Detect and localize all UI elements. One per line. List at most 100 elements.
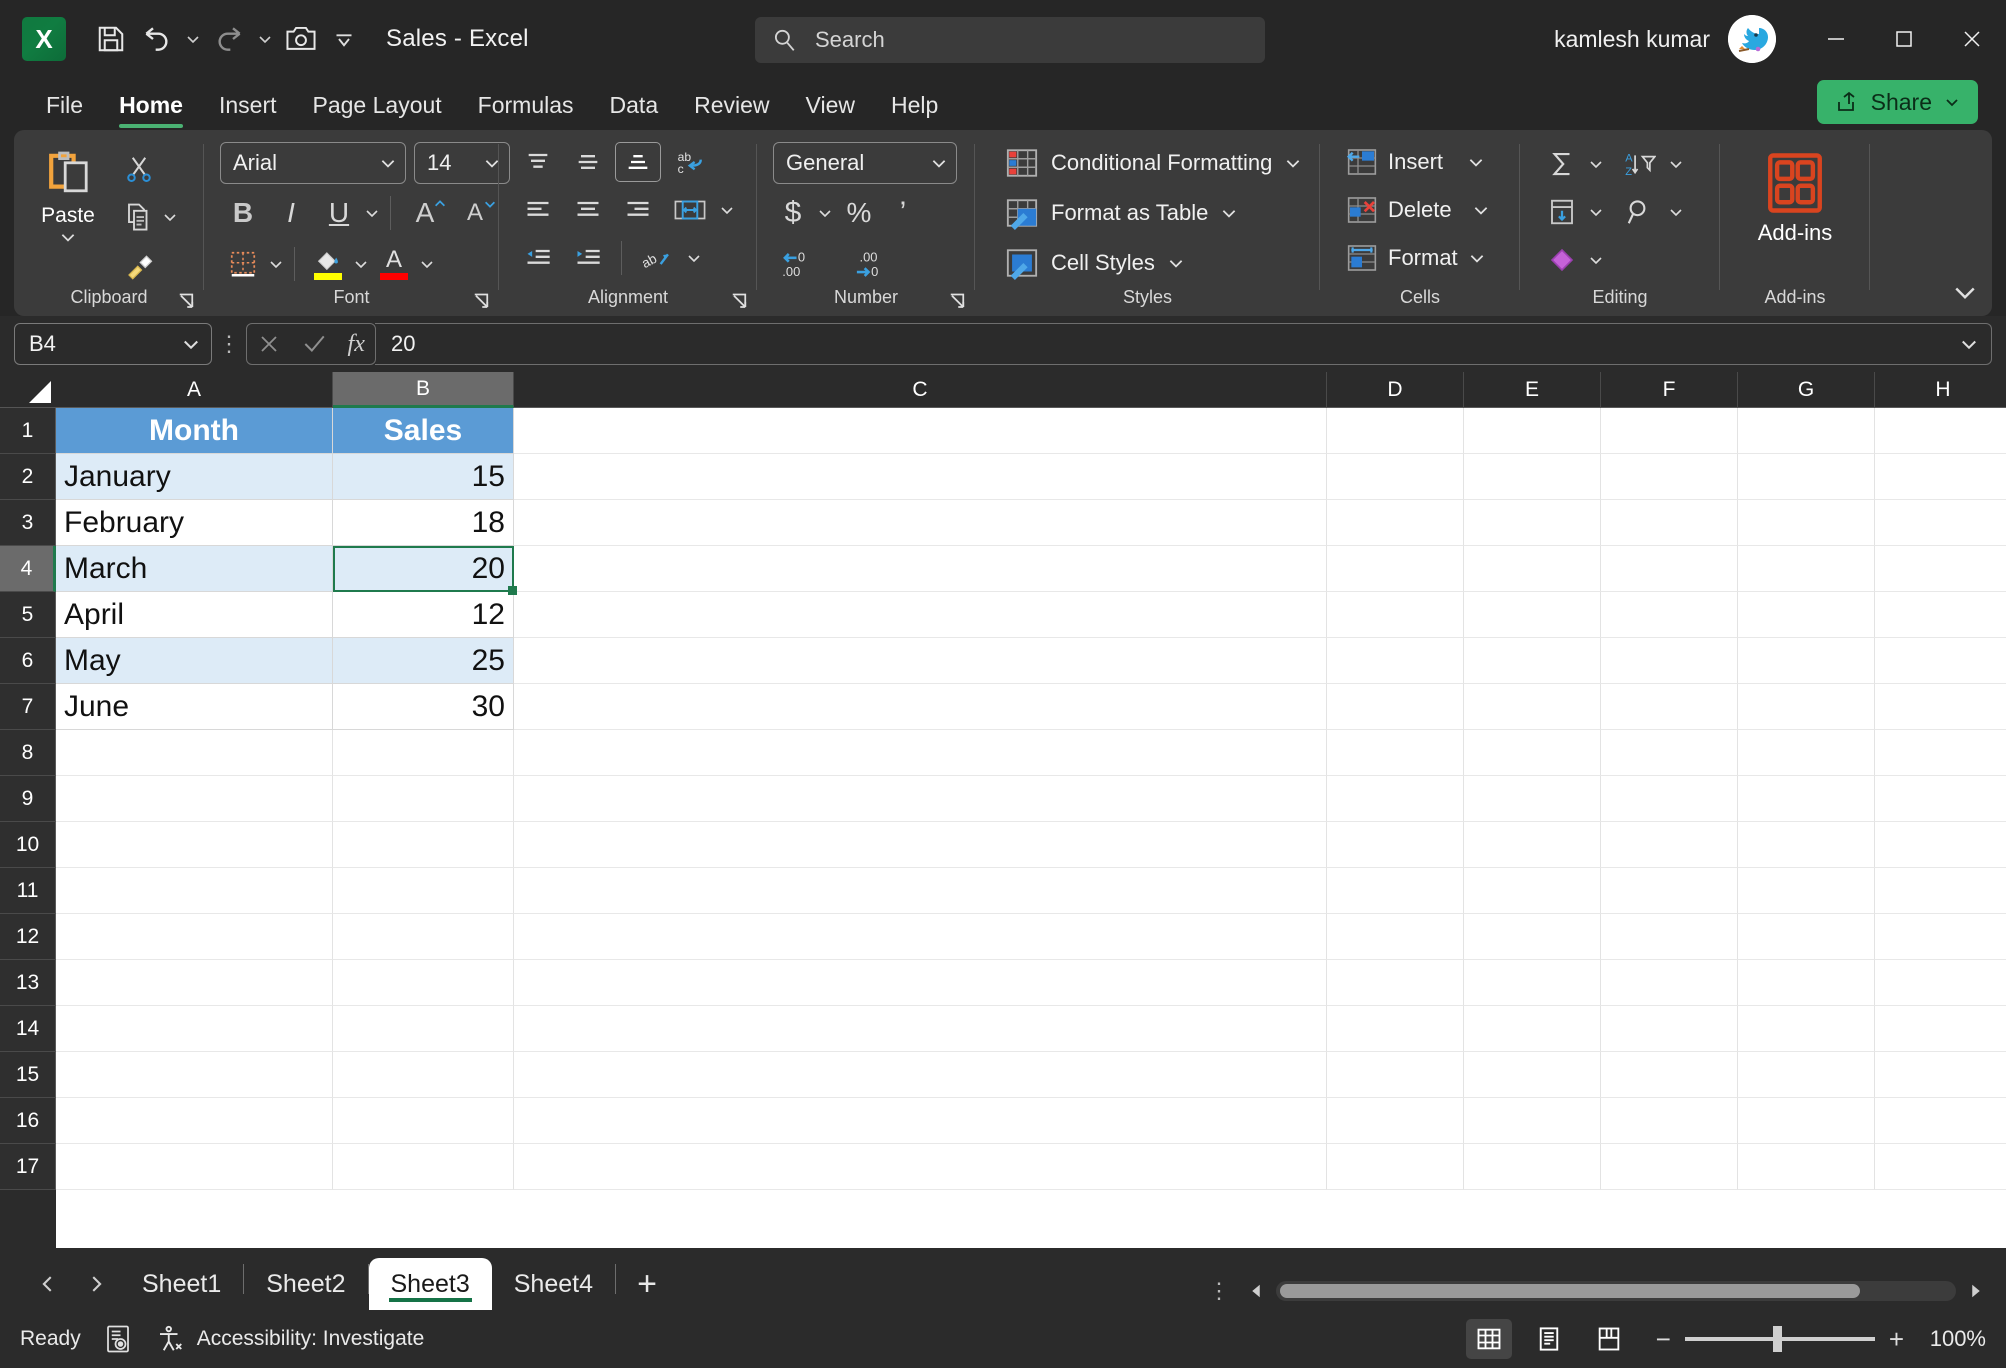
fill-color-chevron-down-icon[interactable] — [353, 256, 369, 272]
cell-H7[interactable] — [1875, 684, 2006, 730]
cell-H15[interactable] — [1875, 1052, 2006, 1098]
cell-C17[interactable] — [514, 1144, 1327, 1190]
next-sheet-button[interactable] — [72, 1258, 120, 1310]
cell-A11[interactable] — [56, 868, 333, 914]
cell-H1[interactable] — [1875, 408, 2006, 454]
conditional-formatting-button[interactable]: Conditional Formatting — [997, 142, 1310, 184]
align-center-button[interactable] — [565, 190, 611, 230]
increase-font-size-button[interactable]: A — [401, 191, 449, 235]
format-as-table-button[interactable]: Format as Table — [997, 192, 1246, 234]
comma-format-button[interactable]: ’ — [885, 192, 921, 234]
row-header-16[interactable]: 16 — [0, 1098, 56, 1144]
cell-D10[interactable] — [1327, 822, 1464, 868]
cell-F12[interactable] — [1601, 914, 1738, 960]
increase-indent-button[interactable] — [565, 238, 611, 278]
customize-qat-chevron-down-icon[interactable] — [324, 16, 364, 62]
cell-F4[interactable] — [1601, 546, 1738, 592]
ribbon-tab-formulas[interactable]: Formulas — [460, 92, 592, 130]
accounting-format-button[interactable]: $ — [773, 192, 813, 234]
share-button[interactable]: Share — [1817, 80, 1978, 124]
cell-E13[interactable] — [1464, 960, 1601, 1006]
cell-B9[interactable] — [333, 776, 514, 822]
cell-B3[interactable]: 18 — [333, 500, 514, 546]
cell-G8[interactable] — [1738, 730, 1875, 776]
cell-G13[interactable] — [1738, 960, 1875, 1006]
cell-H13[interactable] — [1875, 960, 2006, 1006]
cell-H17[interactable] — [1875, 1144, 2006, 1190]
cell-D14[interactable] — [1327, 1006, 1464, 1052]
column-header-a[interactable]: A — [56, 372, 333, 408]
cell-F1[interactable] — [1601, 408, 1738, 454]
cell-A17[interactable] — [56, 1144, 333, 1190]
cell-C3[interactable] — [514, 500, 1327, 546]
cell-D1[interactable] — [1327, 408, 1464, 454]
column-header-e[interactable]: E — [1464, 372, 1601, 408]
cell-B16[interactable] — [333, 1098, 514, 1144]
align-left-button[interactable] — [515, 190, 561, 230]
avatar[interactable] — [1728, 15, 1776, 63]
cell-G6[interactable] — [1738, 638, 1875, 684]
cell-E9[interactable] — [1464, 776, 1601, 822]
cell-H4[interactable] — [1875, 546, 2006, 592]
cell-D13[interactable] — [1327, 960, 1464, 1006]
page-break-preview-button[interactable] — [1586, 1319, 1632, 1359]
page-layout-view-button[interactable] — [1526, 1319, 1572, 1359]
insert-function-icon[interactable]: fx — [348, 331, 365, 358]
zoom-slider[interactable]: − + — [1656, 1324, 1904, 1355]
cell-F7[interactable] — [1601, 684, 1738, 730]
clear-button[interactable] — [1538, 238, 1586, 282]
row-header-3[interactable]: 3 — [0, 500, 56, 546]
alignment-dialog-launcher[interactable] — [729, 292, 749, 312]
cell-G14[interactable] — [1738, 1006, 1875, 1052]
cell-A16[interactable] — [56, 1098, 333, 1144]
cell-F13[interactable] — [1601, 960, 1738, 1006]
hscroll-thumb[interactable] — [1280, 1284, 1860, 1298]
row-header-12[interactable]: 12 — [0, 914, 56, 960]
column-header-b[interactable]: B — [333, 372, 514, 408]
cell-F16[interactable] — [1601, 1098, 1738, 1144]
row-header-15[interactable]: 15 — [0, 1052, 56, 1098]
cell-B12[interactable] — [333, 914, 514, 960]
ribbon-tab-home[interactable]: Home — [101, 92, 201, 130]
cell-F14[interactable] — [1601, 1006, 1738, 1052]
column-header-c[interactable]: C — [514, 372, 1327, 408]
sort-filter-chevron-down-icon[interactable] — [1668, 156, 1684, 172]
ribbon-tab-data[interactable]: Data — [592, 92, 677, 130]
cell-C14[interactable] — [514, 1006, 1327, 1052]
cell-A6[interactable]: May — [56, 638, 333, 684]
maximize-button[interactable] — [1870, 0, 1938, 78]
select-all-button[interactable] — [0, 372, 56, 408]
orientation-button[interactable]: ab — [632, 238, 682, 278]
row-header-14[interactable]: 14 — [0, 1006, 56, 1052]
font-color-button[interactable]: A — [371, 242, 417, 286]
addins-button[interactable]: Add-ins — [1746, 142, 1845, 254]
insert-cells-button[interactable]: Insert — [1340, 142, 1491, 182]
cell-F8[interactable] — [1601, 730, 1738, 776]
cell-B8[interactable] — [333, 730, 514, 776]
cell-A9[interactable] — [56, 776, 333, 822]
cell-E17[interactable] — [1464, 1144, 1601, 1190]
delete-cells-button[interactable]: Delete — [1340, 190, 1496, 230]
row-header-1[interactable]: 1 — [0, 408, 56, 454]
close-button[interactable] — [1938, 0, 2006, 78]
cell-B17[interactable] — [333, 1144, 514, 1190]
row-header-17[interactable]: 17 — [0, 1144, 56, 1190]
cell-A5[interactable]: April — [56, 592, 333, 638]
expand-formula-bar-chevron-down-icon[interactable] — [1959, 334, 1979, 354]
cell-A2[interactable]: January — [56, 454, 333, 500]
cell-E5[interactable] — [1464, 592, 1601, 638]
cell-D3[interactable] — [1327, 500, 1464, 546]
cell-D2[interactable] — [1327, 454, 1464, 500]
enter-icon[interactable] — [301, 331, 327, 357]
cell-C7[interactable] — [514, 684, 1327, 730]
decrease-indent-button[interactable] — [515, 238, 561, 278]
name-box[interactable]: B4 — [14, 323, 212, 365]
cell-B11[interactable] — [333, 868, 514, 914]
copy-button[interactable] — [116, 196, 162, 238]
row-header-6[interactable]: 6 — [0, 638, 56, 684]
percent-format-button[interactable]: % — [837, 192, 881, 234]
cell-D9[interactable] — [1327, 776, 1464, 822]
cell-F6[interactable] — [1601, 638, 1738, 684]
cell-D4[interactable] — [1327, 546, 1464, 592]
column-header-d[interactable]: D — [1327, 372, 1464, 408]
